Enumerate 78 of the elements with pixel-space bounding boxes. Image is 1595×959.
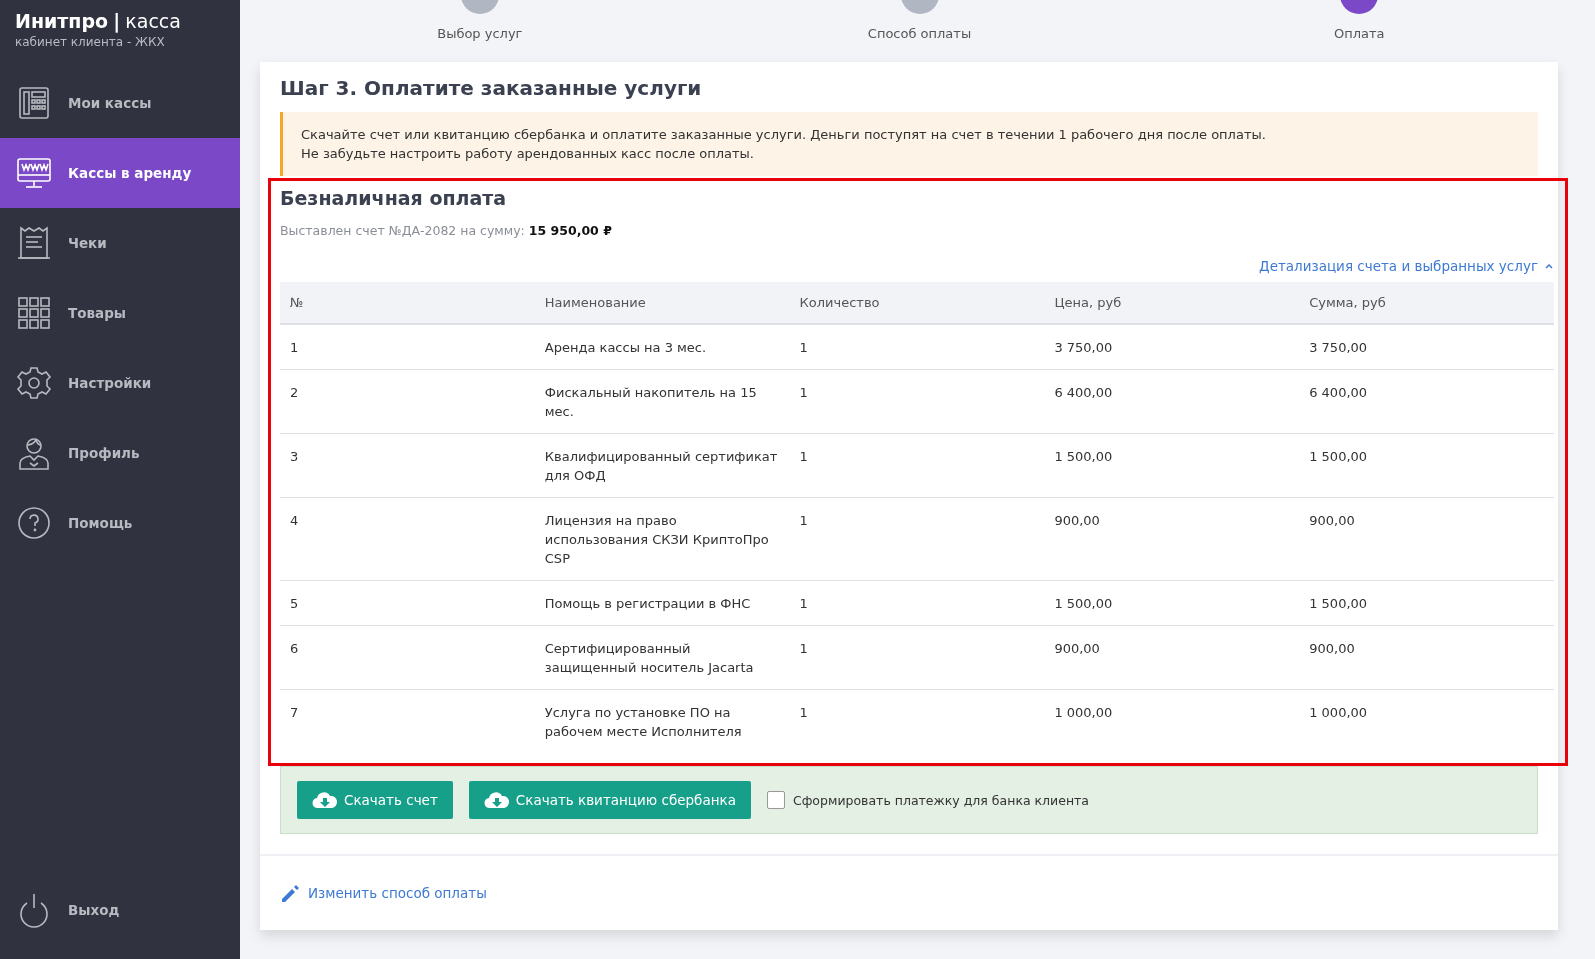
sidebar-item[interactable]: Настройки xyxy=(0,348,240,418)
sidebar-item[interactable]: Товары xyxy=(0,278,240,348)
person-icon xyxy=(16,435,52,471)
table-cell: 7 xyxy=(280,689,535,753)
step-label: Способ оплаты xyxy=(867,26,972,41)
step-label: Выбор услуг xyxy=(437,26,523,41)
table-cell: 1 xyxy=(789,580,1045,626)
logo-separator: | xyxy=(113,10,121,32)
pencil-icon xyxy=(280,882,302,904)
column-header: Наименование xyxy=(534,282,790,324)
sidebar-item[interactable]: Мои кассы xyxy=(0,68,240,138)
logo-product: касса xyxy=(125,10,181,32)
table-cell: 1 500,00 xyxy=(1044,433,1300,498)
table-cell: 5 xyxy=(280,580,535,626)
table-cell: 3 750,00 xyxy=(1299,324,1554,370)
table-cell: Фискальный накопитель на 15 мес. xyxy=(534,369,790,434)
table-cell: 6 xyxy=(280,625,535,690)
table-cell: Лицензия на право использования СКЗИ КриптоПро CSP xyxy=(534,497,790,581)
column-header: Сумма, руб xyxy=(1299,282,1554,324)
table-cell: Услуга по установке ПО на рабочем месте Исполнителя xyxy=(534,689,790,753)
invoice-text: Выставлен счет №ДА-2082 на сумму: 15 950,00 ₽ xyxy=(280,223,613,238)
table-cell: 4 xyxy=(280,497,535,581)
checkbox-box[interactable] xyxy=(766,791,785,809)
table-cell: 1 000,00 xyxy=(1299,689,1554,753)
table-cell: Сертифицированный защищенный носитель Jacarta xyxy=(534,625,790,690)
table-cell: 3 xyxy=(280,433,535,498)
table-cell: 1 xyxy=(789,433,1045,498)
table-cell: 1 xyxy=(789,689,1045,753)
table-cell: 900,00 xyxy=(1044,625,1300,690)
bank-checkbox[interactable]: Сформировать платежку для банка клиента xyxy=(766,791,1090,809)
page-title: Шаг 3. Оплатите заказанные услуги xyxy=(279,75,703,102)
table-cell: 1 xyxy=(789,625,1045,690)
chevron-icon xyxy=(1544,261,1554,271)
table-cell: Аренда кассы на 3 мес. xyxy=(534,324,790,370)
help-icon xyxy=(16,505,52,541)
download-button[interactable]: Скачать квитанцию сбербанка xyxy=(468,781,751,819)
sidebar-item[interactable]: Чеки xyxy=(0,208,240,278)
table-cell: 1 500,00 xyxy=(1299,580,1554,626)
table-cell: 1 xyxy=(789,369,1045,434)
logo-subtitle: кабинет клиента - ЖКХ xyxy=(15,35,166,49)
download-button[interactable]: Скачать счет xyxy=(297,781,453,819)
logout-item[interactable]: Выход xyxy=(0,875,240,945)
table-cell: 3 750,00 xyxy=(1044,324,1300,370)
sidebar-item[interactable]: Профиль xyxy=(0,418,240,488)
table-cell: Помощь в регистрации в ФНС xyxy=(534,580,790,626)
table-cell: 1 500,00 xyxy=(1299,433,1554,498)
table-cell: 1 xyxy=(789,324,1045,370)
table-cell: 1 500,00 xyxy=(1044,580,1300,626)
sidebar-item[interactable]: Помощь xyxy=(0,488,240,558)
table-cell: 900,00 xyxy=(1044,497,1300,581)
notice-text: Не забудьте настроить работу арендованных касс после оплаты. xyxy=(301,145,755,163)
table-cell: 2 xyxy=(280,369,535,434)
cloud-download-icon xyxy=(312,791,338,809)
checkbox-label: Сформировать платежку для банка клиента xyxy=(792,792,1090,808)
table-cell: 6 400,00 xyxy=(1044,369,1300,434)
table-cell: 6 400,00 xyxy=(1299,369,1554,434)
details-link[interactable]: Детализация счета и выбранных услуг xyxy=(1259,258,1554,274)
column-header: Количество xyxy=(789,282,1045,324)
change-method-link[interactable]: Изменить способ оплаты xyxy=(280,882,487,904)
receipt-icon xyxy=(16,225,52,261)
logo-brand: Инитпро xyxy=(15,10,109,32)
table-cell: Квалифицированный сертификат для ОФД xyxy=(534,433,790,498)
notice-text: Скачайте счет или квитанцию сбербанка и оплатите заказанные услуги. Деньги поступят на счет в течении 1 рабочего дня после оплаты. xyxy=(301,126,1267,144)
table-cell: 1 000,00 xyxy=(1044,689,1300,753)
grid-icon xyxy=(16,295,52,331)
table-cell: 900,00 xyxy=(1299,497,1554,581)
section-title: Безналичная оплата xyxy=(280,187,508,209)
table-cell: 1 xyxy=(789,497,1045,581)
gear-icon xyxy=(16,365,52,401)
column-header: Цена, руб xyxy=(1044,282,1300,324)
table-cell: 900,00 xyxy=(1299,625,1554,690)
cloud-download-icon xyxy=(483,791,510,809)
monitor-icon xyxy=(16,155,52,191)
phone-icon xyxy=(16,85,52,121)
sidebar-item[interactable]: Кассы в аренду xyxy=(0,138,240,208)
step-label: Оплата xyxy=(1333,26,1385,41)
table-cell: 1 xyxy=(280,324,535,370)
column-header: № xyxy=(280,282,535,324)
